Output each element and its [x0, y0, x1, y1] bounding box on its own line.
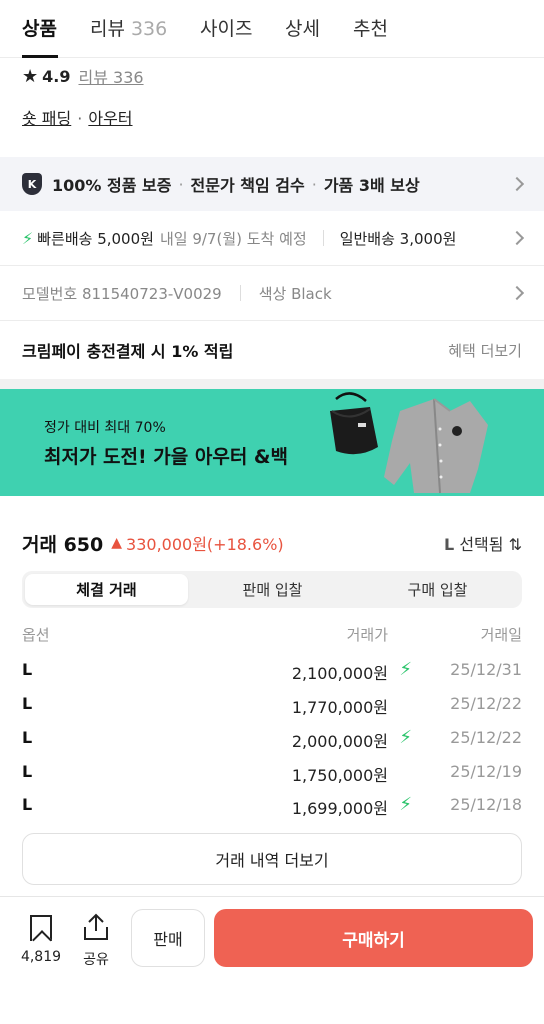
bookmark-icon	[30, 915, 52, 941]
share-label: 공유	[83, 952, 109, 968]
row-option: L	[22, 728, 33, 747]
banner-product-image	[330, 392, 488, 494]
guarantee-separator: ·	[311, 174, 317, 194]
divider	[322, 230, 324, 246]
guarantee-item-compensation: 가품 3배 보상	[323, 176, 420, 195]
buy-button[interactable]: 구매하기	[214, 909, 533, 967]
size-selector[interactable]: L 선택됨 ⇅	[444, 531, 522, 555]
trade-history-more-button[interactable]: 거래 내역 더보기	[22, 833, 522, 885]
table-row: L 1,770,000원 25/12/22	[22, 690, 522, 720]
share-button[interactable]: 공유	[76, 913, 116, 968]
tab-review-label: 리뷰	[90, 18, 125, 40]
tab-detail[interactable]: 상세	[285, 14, 320, 41]
table-row: L 1,699,000원 ⚡ 25/12/18	[22, 791, 522, 821]
rating-row: ★ 4.9 리뷰 336	[22, 64, 144, 88]
shipping-row[interactable]: ⚡ 빠른배송 5,000원 내일 9/7(월) 도착 예정 일반배송 3,000…	[0, 211, 544, 266]
row-option: L	[22, 762, 33, 781]
trade-segment-control: 체결 거래 판매 입찰 구매 입찰	[22, 571, 522, 608]
chevron-right-icon	[509, 285, 525, 301]
column-price: 거래가	[346, 626, 388, 644]
tab-review-count: 336	[130, 18, 168, 40]
kream-pay-benefit: 크림페이 충전결제 시 1% 적립	[22, 342, 234, 361]
category-link-outer[interactable]: 아우터	[88, 109, 132, 128]
segment-buy-bids[interactable]: 구매 입찰	[356, 574, 519, 605]
star-icon: ★	[22, 65, 39, 87]
trade-count: 거래 650	[22, 533, 104, 556]
table-row: L 2,000,000원 ⚡ 25/12/22	[22, 724, 522, 754]
arrow-up-icon: ▲	[111, 535, 123, 551]
rating-score: 4.9	[42, 66, 71, 86]
kream-pay-row: 크림페이 충전결제 시 1% 적립 혜택 더보기	[0, 321, 544, 379]
trade-header: 거래 650 ▲ 330,000원(+18.6%) L 선택됨 ⇅	[22, 530, 522, 556]
model-info-row[interactable]: 모델번호 811540723-V0029 색상 Black	[0, 266, 544, 321]
column-date: 거래일	[480, 626, 522, 644]
selected-size: L	[444, 535, 455, 554]
segment-sell-bids[interactable]: 판매 입찰	[191, 574, 354, 605]
row-date: 25/12/22	[450, 728, 522, 747]
breadcrumb-separator: ·	[77, 109, 83, 128]
lightning-icon: ⚡	[22, 228, 34, 248]
bottom-action-bar: 4,819 공유 판매 구매하기	[0, 896, 544, 1024]
benefit-more-link[interactable]: 혜택 더보기	[448, 340, 522, 361]
color-value: 색상 Black	[258, 284, 332, 303]
normal-shipping-price: 일반배송 3,000원	[339, 229, 457, 248]
row-date: 25/12/31	[450, 660, 522, 679]
category-link-short-padding[interactable]: 숏 패딩	[22, 109, 71, 128]
row-price: 2,000,000원	[291, 732, 388, 751]
row-price: 1,750,000원	[291, 766, 388, 785]
chevron-right-icon	[509, 176, 525, 192]
fast-shipping-eta: 내일 9/7(월) 도착 예정	[159, 229, 307, 248]
segment-completed-trades[interactable]: 체결 거래	[25, 574, 188, 605]
banner-title: 최저가 도전! 가을 아우터 &백	[44, 446, 288, 468]
row-date: 25/12/22	[450, 694, 522, 713]
sell-button[interactable]: 판매	[131, 909, 205, 967]
price-change: 330,000원(+18.6%)	[126, 535, 284, 554]
row-date: 25/12/19	[450, 762, 522, 781]
column-option: 옵션	[22, 626, 50, 644]
bookmark-count: 4,819	[20, 949, 62, 965]
lightning-icon: ⚡	[399, 794, 412, 815]
tab-review[interactable]: 리뷰 336	[90, 14, 167, 41]
shield-icon: K	[22, 173, 42, 195]
size-selected-label: 선택됨	[459, 535, 504, 554]
tab-product[interactable]: 상품	[22, 14, 57, 41]
row-option: L	[22, 694, 33, 713]
fast-shipping-price: 빠른배송 5,000원	[37, 229, 154, 248]
authenticity-guarantee-bar[interactable]: K 100% 정품 보증 · 전문가 책임 검수 · 가품 3배 보상	[0, 157, 544, 211]
row-option: L	[22, 795, 33, 814]
banner-subtitle: 정가 대비 최대 70%	[44, 420, 166, 436]
row-date: 25/12/18	[450, 795, 522, 814]
tab-recommend[interactable]: 추천	[353, 14, 388, 41]
review-link[interactable]: 리뷰 336	[78, 64, 143, 88]
divider	[239, 285, 241, 301]
lightning-icon: ⚡	[399, 659, 412, 680]
sort-icon: ⇅	[508, 535, 522, 554]
breadcrumb: 숏 패딩 · 아우터	[22, 105, 133, 129]
guarantee-item-inspection: 전문가 책임 검수	[190, 176, 305, 195]
row-price: 1,699,000원	[291, 799, 388, 818]
table-row: L 2,100,000원 ⚡ 25/12/31	[22, 656, 522, 686]
promo-banner[interactable]: 정가 대비 최대 70% 최저가 도전! 가을 아우터 &백	[0, 389, 544, 496]
section-divider	[0, 379, 544, 389]
row-price: 1,770,000원	[291, 698, 388, 717]
chevron-right-icon	[509, 230, 525, 246]
share-icon	[84, 913, 108, 940]
model-number: 모델번호 811540723-V0029	[22, 284, 222, 303]
guarantee-separator: ·	[178, 174, 184, 194]
bookmark-button[interactable]: 4,819	[20, 915, 62, 965]
tab-size[interactable]: 사이즈	[200, 14, 252, 41]
row-option: L	[22, 660, 33, 679]
row-price: 2,100,000원	[291, 664, 388, 683]
trade-table-header: 옵션 거래가 거래일	[22, 624, 522, 648]
lightning-icon: ⚡	[399, 727, 412, 748]
active-tab-indicator	[22, 55, 58, 58]
top-tabs: 상품 리뷰 336 사이즈 상세 추천	[0, 0, 544, 58]
guarantee-item-authentic: 100% 정품 보증	[52, 176, 172, 195]
table-row: L 1,750,000원 25/12/19	[22, 758, 522, 788]
